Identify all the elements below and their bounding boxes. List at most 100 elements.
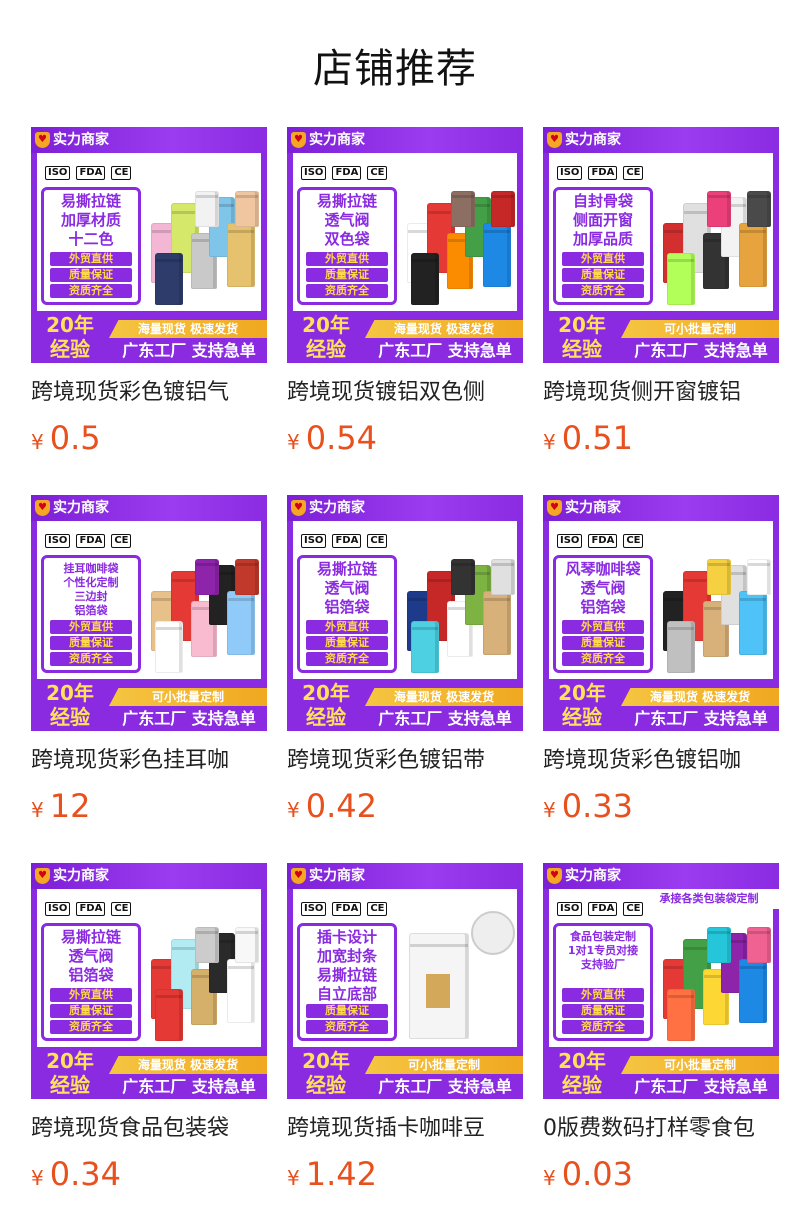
product-price: ¥1.42 xyxy=(287,1153,377,1195)
product-image[interactable]: ♥ 实力商家 ISO FDA CE 易撕拉链 透气阀 铝箔袋 外贸直供 质量保证 资质齐全 20年 经验… xyxy=(31,863,267,1099)
years-experience: 20年 经验 xyxy=(35,1049,105,1097)
product-card[interactable]: ♥ 实力商家 ISO FDA CE 易撕拉链 透气阀 铝箔袋 外贸直供 质量保证 资质齐全 20年 经验… xyxy=(31,863,267,1231)
feature-tag: 资质齐全 xyxy=(50,652,132,666)
feature-line: 透气阀 xyxy=(580,579,626,597)
merchant-badge: ♥ 实力商家 xyxy=(291,130,365,150)
merchant-badge: ♥ 实力商家 xyxy=(35,130,109,150)
feature-tag: 资质齐全 xyxy=(562,284,644,298)
bag-illustration xyxy=(747,559,771,595)
cert-logos: ISO FDA CE xyxy=(45,533,132,549)
years-experience: 20年 经验 xyxy=(291,313,361,361)
merchant-badge: ♥ 实力商家 xyxy=(547,866,621,886)
currency-symbol: ¥ xyxy=(543,430,556,454)
product-image[interactable]: ♥ 实力商家 承接各类包装袋定制 ISO FDA CE 食品包装定制 1对1专员对接 支持验厂外… xyxy=(543,863,779,1099)
product-card[interactable]: ♥ 实力商家 ISO FDA CE 易撕拉链 透气阀 铝箔袋 外贸直供 质量保证 资质齐全 20年 经验… xyxy=(287,495,523,863)
bag-illustration xyxy=(451,559,475,595)
product-card[interactable]: ♥ 实力商家 ISO FDA CE 挂耳咖啡袋 个性化定制 三边封 铝箔袋 外贸直供 质量保证 资质齐… xyxy=(31,495,267,863)
cert-logo: ISO xyxy=(557,166,583,180)
product-image[interactable]: ♥ 实力商家 ISO FDA CE 自封骨袋 侧面开窗 加厚品质 外贸直供 质量保证 资质齐全 20年… xyxy=(543,127,779,363)
factory-line: 广东工厂 支持急单 xyxy=(634,1077,768,1096)
feature-tag: 质量保证 xyxy=(50,1004,132,1018)
promo-strip: 海量现货 极速发货 xyxy=(109,320,267,338)
bag-illustration xyxy=(235,559,259,595)
shield-icon: ♥ xyxy=(35,868,50,884)
bag-illustration xyxy=(195,559,219,595)
cert-logo: FDA xyxy=(76,534,106,548)
feature-line: 挂耳咖啡袋 xyxy=(63,562,119,575)
product-card[interactable]: ♥ 实力商家 承接各类包装袋定制 ISO FDA CE 食品包装定制 1对1专员对接 支持验厂外… xyxy=(543,863,779,1231)
years-experience: 20年 经验 xyxy=(547,681,617,729)
factory-line: 广东工厂 支持急单 xyxy=(122,1077,256,1096)
years-line: 20年 xyxy=(302,313,350,337)
feature-text: 易撕拉链 加厚材质 十二色 xyxy=(44,192,138,249)
shield-icon: ♥ xyxy=(291,500,306,516)
product-image[interactable]: ♥ 实力商家 ISO FDA CE 挂耳咖啡袋 个性化定制 三边封 铝箔袋 外贸直供 质量保证 资质齐… xyxy=(31,495,267,731)
bag-illustration xyxy=(451,191,475,227)
cert-logo: ISO xyxy=(557,902,583,916)
product-photo xyxy=(401,551,517,675)
merchant-badge-label: 实力商家 xyxy=(53,500,109,516)
feature-box: 易撕拉链 透气阀 双色袋 外贸直供 质量保证 资质齐全 xyxy=(297,187,397,305)
product-card[interactable]: ♥ 实力商家 ISO FDA CE 自封骨袋 侧面开窗 加厚品质 外贸直供 质量保证 资质齐全 20年… xyxy=(543,127,779,495)
feature-tag: 外贸直供 xyxy=(306,252,388,266)
price-value: 0.33 xyxy=(561,787,633,825)
product-title[interactable]: 跨境现货插卡咖啡豆 xyxy=(287,1113,523,1145)
shield-icon: ♥ xyxy=(547,868,562,884)
years-line: 经验 xyxy=(306,705,346,729)
promo-strip: 可小批量定制 xyxy=(621,320,779,338)
cert-logos: ISO FDA CE xyxy=(301,533,388,549)
cert-logo: CE xyxy=(111,166,132,180)
feature-line: 易撕拉链 xyxy=(60,192,121,210)
product-title[interactable]: 跨境现货彩色挂耳咖 xyxy=(31,745,267,777)
product-title[interactable]: 跨境现货彩色镀铝咖 xyxy=(543,745,779,777)
product-card[interactable]: ♥ 实力商家 ISO FDA CE 易撕拉链 透气阀 双色袋 外贸直供 质量保证 资质齐全 20年 经验… xyxy=(287,127,523,495)
cert-logo: ISO xyxy=(45,166,71,180)
currency-symbol: ¥ xyxy=(31,430,44,454)
product-title[interactable]: 跨境现货侧开窗镀铝 xyxy=(543,377,779,409)
cert-logo: CE xyxy=(367,534,388,548)
cert-logo: ISO xyxy=(301,166,327,180)
merchant-badge: ♥ 实力商家 xyxy=(291,866,365,886)
bag-illustration xyxy=(195,927,219,963)
feature-line: 1对1专员对接 xyxy=(567,944,639,957)
product-title[interactable]: 0版费数码打样零食包 xyxy=(543,1113,779,1145)
product-title[interactable]: 跨境现货镀铝双色侧 xyxy=(287,377,523,409)
shield-icon: ♥ xyxy=(35,132,50,148)
years-experience: 20年 经验 xyxy=(35,681,105,729)
product-card[interactable]: ♥ 实力商家 ISO FDA CE 插卡设计 加宽封条 易撕拉链 自立底部 质量保证 资质齐全 20年… xyxy=(287,863,523,1231)
product-image[interactable]: ♥ 实力商家 ISO FDA CE 风琴咖啡袋 透气阀 铝箔袋 外贸直供 质量保证 资质齐全 20年经… xyxy=(543,495,779,731)
years-line: 20年 xyxy=(46,1049,94,1073)
product-image[interactable]: ♥ 实力商家 ISO FDA CE 易撕拉链 透气阀 铝箔袋 外贸直供 质量保证 资质齐全 20年 经验… xyxy=(287,495,523,731)
product-price: ¥0.5 xyxy=(31,417,101,459)
product-title[interactable]: 跨境现货彩色镀铝气 xyxy=(31,377,267,409)
merchant-badge: ♥ 实力商家 xyxy=(291,498,365,518)
feature-tag: 质量保证 xyxy=(562,636,644,650)
bag-illustration xyxy=(235,191,259,227)
product-image[interactable]: ♥ 实力商家 ISO FDA CE 插卡设计 加宽封条 易撕拉链 自立底部 质量保证 资质齐全 20年… xyxy=(287,863,523,1099)
feature-line: 支持验厂 xyxy=(581,958,625,971)
price-value: 0.5 xyxy=(49,419,101,457)
product-image[interactable]: ♥ 实力商家 ISO FDA CE 易撕拉链 加厚材质 十二色 外贸直供 质量保证 资质齐全 20年经… xyxy=(31,127,267,363)
product-card[interactable]: ♥ 实力商家 ISO FDA CE 易撕拉链 加厚材质 十二色 外贸直供 质量保证 资质齐全 20年经… xyxy=(31,127,267,495)
feature-tags: 外贸直供 质量保证 资质齐全 xyxy=(50,988,132,1034)
price-value: 1.42 xyxy=(305,1155,377,1193)
shield-icon: ♥ xyxy=(547,132,562,148)
product-card[interactable]: ♥ 实力商家 ISO FDA CE 风琴咖啡袋 透气阀 铝箔袋 外贸直供 质量保证 资质齐全 20年经… xyxy=(543,495,779,863)
feature-text: 风琴咖啡袋 透气阀 铝箔袋 xyxy=(556,560,650,617)
cert-logos: ISO FDA CE xyxy=(301,901,388,917)
feature-tag: 质量保证 xyxy=(306,636,388,650)
product-image[interactable]: ♥ 实力商家 ISO FDA CE 易撕拉链 透气阀 双色袋 外贸直供 质量保证 资质齐全 20年 经验… xyxy=(287,127,523,363)
product-title[interactable]: 跨境现货彩色镀铝带 xyxy=(287,745,523,777)
product-title[interactable]: 跨境现货食品包装袋 xyxy=(31,1113,267,1145)
promo-strip: 可小批量定制 xyxy=(109,688,267,706)
years-experience: 20年 经验 xyxy=(547,313,617,361)
cert-logo: ISO xyxy=(557,534,583,548)
years-line: 经验 xyxy=(50,337,90,361)
bag-illustration xyxy=(235,927,259,963)
shield-icon: ♥ xyxy=(35,500,50,516)
years-line: 经验 xyxy=(306,337,346,361)
price-value: 0.03 xyxy=(561,1155,633,1193)
feature-text: 食品包装定制 1对1专员对接 支持验厂 xyxy=(556,930,650,972)
feature-tag: 外贸直供 xyxy=(50,620,132,634)
feature-line: 透气阀 xyxy=(324,211,370,229)
